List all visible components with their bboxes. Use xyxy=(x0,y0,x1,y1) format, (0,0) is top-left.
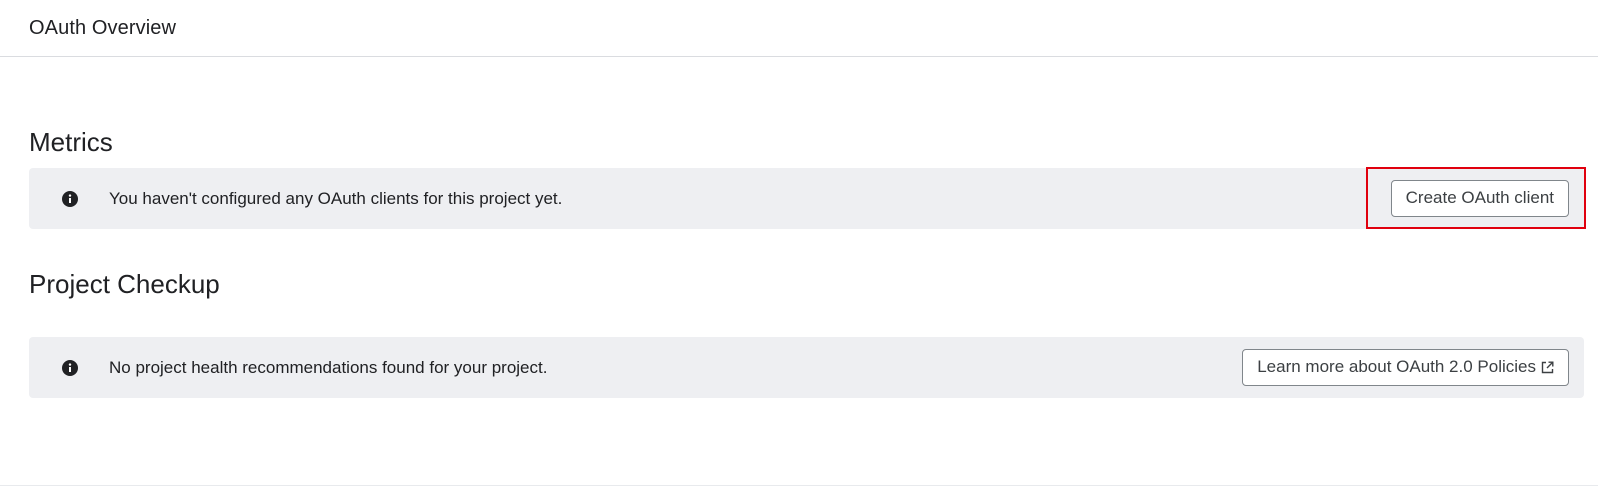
create-oauth-client-button[interactable]: Create OAuth client xyxy=(1390,179,1569,217)
project-checkup-section-title: Project Checkup xyxy=(29,269,220,299)
page-title: OAuth Overview xyxy=(29,16,177,39)
learn-more-oauth-policies-button[interactable]: Learn more about OAuth 2.0 Policies xyxy=(1242,348,1569,386)
bottom-divider xyxy=(0,485,1598,486)
info-icon xyxy=(62,359,78,376)
info-icon xyxy=(62,190,78,207)
external-link-icon xyxy=(1541,361,1554,374)
metrics-banner-text: You haven't configured any OAuth clients… xyxy=(109,188,563,208)
oauth-overview-page: OAuth Overview Metrics You haven't confi… xyxy=(0,0,1598,487)
checkup-banner-text: No project health recommendations found … xyxy=(109,357,548,377)
learn-more-label: Learn more about OAuth 2.0 Policies xyxy=(1257,357,1536,376)
create-oauth-client-label: Create OAuth client xyxy=(1405,188,1554,207)
metrics-section-title: Metrics xyxy=(29,127,113,157)
page-header: OAuth Overview xyxy=(0,0,1598,57)
checkup-info-banner: No project health recommendations found … xyxy=(29,337,1584,398)
metrics-info-banner: You haven't configured any OAuth clients… xyxy=(29,168,1584,229)
